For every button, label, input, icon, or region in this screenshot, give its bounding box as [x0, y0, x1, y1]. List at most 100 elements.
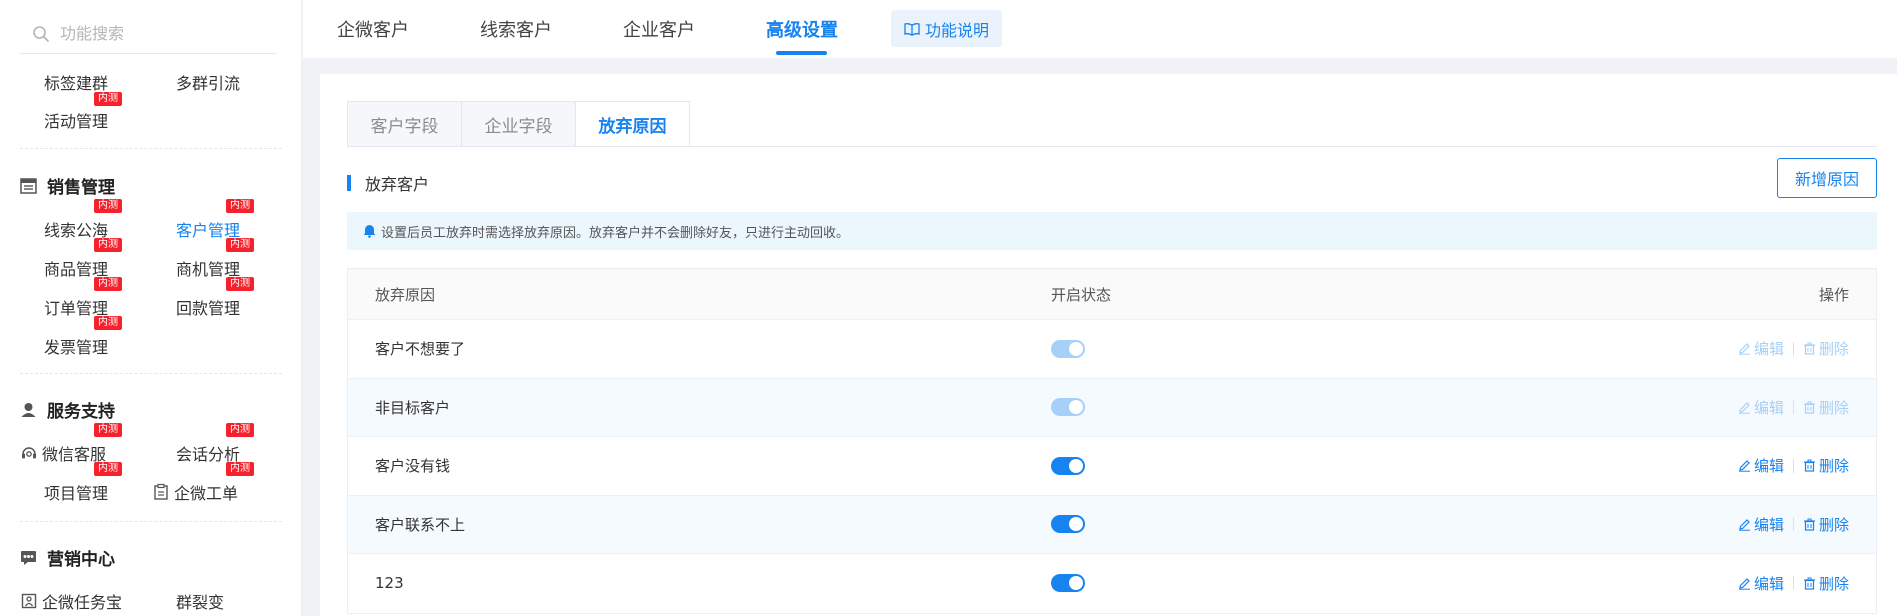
- delete-button[interactable]: 删除: [1803, 397, 1849, 418]
- sidebar-item-label: 回款管理: [176, 299, 241, 318]
- sidebar-item-label: 活动管理: [44, 112, 109, 131]
- sidebar-item-label: 企微任务宝: [42, 593, 123, 612]
- edit-button[interactable]: 编辑: [1738, 455, 1784, 476]
- status-toggle[interactable]: [1051, 515, 1085, 534]
- tab-lead-customer[interactable]: 线索客户: [480, 16, 552, 42]
- section-header: 放弃客户: [347, 174, 430, 194]
- ops-cell: 编辑 删除: [1738, 320, 1849, 378]
- delete-button[interactable]: 删除: [1803, 573, 1849, 594]
- edit-icon: [1738, 518, 1750, 531]
- search-input[interactable]: [60, 24, 260, 43]
- active-tab-indicator: [776, 51, 827, 55]
- section-sales: 销售管理: [20, 173, 115, 198]
- status-toggle[interactable]: [1051, 574, 1085, 593]
- notice-text: 设置后员工放弃时需选择放弃原因。放弃客户并不会删除好友，只进行主动回收。: [381, 225, 850, 241]
- reason-cell: 客户不想要了: [375, 340, 466, 359]
- beta-badge: 内测: [94, 238, 122, 252]
- edit-icon: [1738, 401, 1750, 414]
- section-service: 服务支持: [20, 397, 115, 422]
- notice-banner: 设置后员工放弃时需选择放弃原因。放弃客户并不会删除好友，只进行主动回收。: [347, 212, 1877, 250]
- sidebar-item-payment-mgmt[interactable]: 回款管理: [176, 295, 240, 319]
- status-cell: [1051, 496, 1085, 554]
- table-row: 客户不想要了 编辑 删除: [348, 320, 1876, 379]
- section-title: 放弃客户: [365, 175, 430, 194]
- sidebar: 标签建群 多群引流 内测 活动管理 销售管理 内测 线索公海 内测 客户管理 内…: [0, 0, 302, 616]
- edit-button[interactable]: 编辑: [1738, 514, 1784, 535]
- tab-enterprise-fields[interactable]: 企业字段: [461, 101, 576, 147]
- sidebar-item-invoice-mgmt[interactable]: 发票管理: [44, 334, 108, 358]
- section-marketing: 营销中心: [20, 545, 115, 570]
- edit-label: 编辑: [1753, 457, 1784, 476]
- ops-cell: 编辑 删除: [1738, 379, 1849, 437]
- tab-abandon-reasons[interactable]: 放弃原因: [575, 101, 690, 147]
- bell-icon: [363, 225, 376, 238]
- status-cell: [1051, 554, 1085, 613]
- sidebar-item-work-order[interactable]: 企微工单: [152, 480, 238, 504]
- status-toggle[interactable]: [1051, 398, 1085, 417]
- sidebar-item-wechat-service[interactable]: 微信客服: [20, 441, 106, 465]
- tab-wecom-customer[interactable]: 企微客户: [337, 16, 409, 42]
- column-header-reason: 放弃原因: [375, 285, 436, 304]
- gift-icon: [21, 593, 37, 609]
- trash-icon: [1803, 401, 1815, 414]
- table-header-row: 放弃原因 开启状态 操作: [348, 269, 1876, 320]
- divider: [20, 521, 282, 522]
- section-title: 销售管理: [47, 178, 115, 198]
- op-separator: [1792, 341, 1794, 356]
- beta-badge: 内测: [94, 462, 122, 476]
- search-box[interactable]: [20, 14, 276, 54]
- beta-badge: 内测: [226, 462, 254, 476]
- edit-button[interactable]: 编辑: [1738, 397, 1784, 418]
- delete-button[interactable]: 删除: [1803, 455, 1849, 476]
- tab-enterprise-customer[interactable]: 企业客户: [623, 16, 695, 42]
- divider: [20, 373, 282, 374]
- table-row: 123 编辑 删除: [348, 554, 1876, 613]
- sidebar-item-multi-group[interactable]: 多群引流: [176, 70, 240, 94]
- tab-customer-fields[interactable]: 客户字段: [347, 101, 462, 147]
- sidebar-item-task-treasure[interactable]: 企微任务宝: [20, 589, 122, 613]
- trash-icon: [1803, 342, 1815, 355]
- delete-button[interactable]: 删除: [1803, 338, 1849, 359]
- delete-label: 删除: [1818, 457, 1849, 476]
- delete-label: 删除: [1818, 574, 1849, 593]
- tab-divider: [347, 146, 1877, 147]
- delete-button[interactable]: 删除: [1803, 514, 1849, 535]
- sidebar-item-label: 多群引流: [176, 74, 241, 93]
- status-cell: [1051, 379, 1085, 437]
- status-toggle[interactable]: [1051, 339, 1085, 358]
- edit-icon: [1738, 343, 1750, 355]
- sidebar-item-activity[interactable]: 活动管理: [44, 108, 108, 132]
- headset-icon: [22, 447, 36, 459]
- sidebar-item-tag-group[interactable]: 标签建群: [44, 70, 108, 94]
- sidebar-item-label: 标签建群: [44, 74, 109, 93]
- edit-icon: [1738, 460, 1750, 472]
- ops-cell: 编辑 删除: [1738, 496, 1849, 554]
- sidebar-item-label: 项目管理: [44, 484, 109, 503]
- edit-button[interactable]: 编辑: [1738, 573, 1784, 594]
- reason-cell: 客户联系不上: [375, 515, 466, 534]
- sidebar-item-project-mgmt[interactable]: 项目管理: [44, 480, 108, 504]
- section-title: 营销中心: [47, 550, 115, 570]
- tab-advanced-settings[interactable]: 高级设置: [766, 16, 838, 42]
- reasons-table: 放弃原因 开启状态 操作 客户不想要了 编辑 删除 非目标客户 编辑 删除 客户没有钱 编辑删…: [347, 268, 1877, 614]
- help-button-label: 功能说明: [924, 20, 989, 40]
- sidebar-item-fission[interactable]: 群裂变: [176, 589, 224, 613]
- beta-badge: 内测: [94, 199, 122, 213]
- section-title: 服务支持: [47, 402, 115, 422]
- column-header-ops: 操作: [1818, 285, 1849, 304]
- megaphone-icon: [21, 551, 36, 565]
- trash-icon: [1803, 577, 1815, 590]
- op-separator: [1792, 517, 1794, 532]
- sidebar-item-label: 群裂变: [176, 593, 225, 612]
- help-button[interactable]: 功能说明: [891, 10, 1002, 47]
- add-reason-button[interactable]: 新增原因: [1777, 158, 1877, 198]
- sidebar-item-label: 发票管理: [44, 338, 109, 357]
- status-toggle[interactable]: [1051, 456, 1085, 475]
- search-icon: [33, 25, 49, 42]
- sub-tabs: 客户字段 企业字段 放弃原因: [347, 101, 690, 147]
- edit-label: 编辑: [1753, 574, 1784, 593]
- column-header-status: 开启状态: [1051, 285, 1112, 304]
- edit-button[interactable]: 编辑: [1738, 338, 1784, 359]
- delete-label: 删除: [1818, 340, 1849, 359]
- ops-cell: 编辑 删除: [1738, 554, 1849, 613]
